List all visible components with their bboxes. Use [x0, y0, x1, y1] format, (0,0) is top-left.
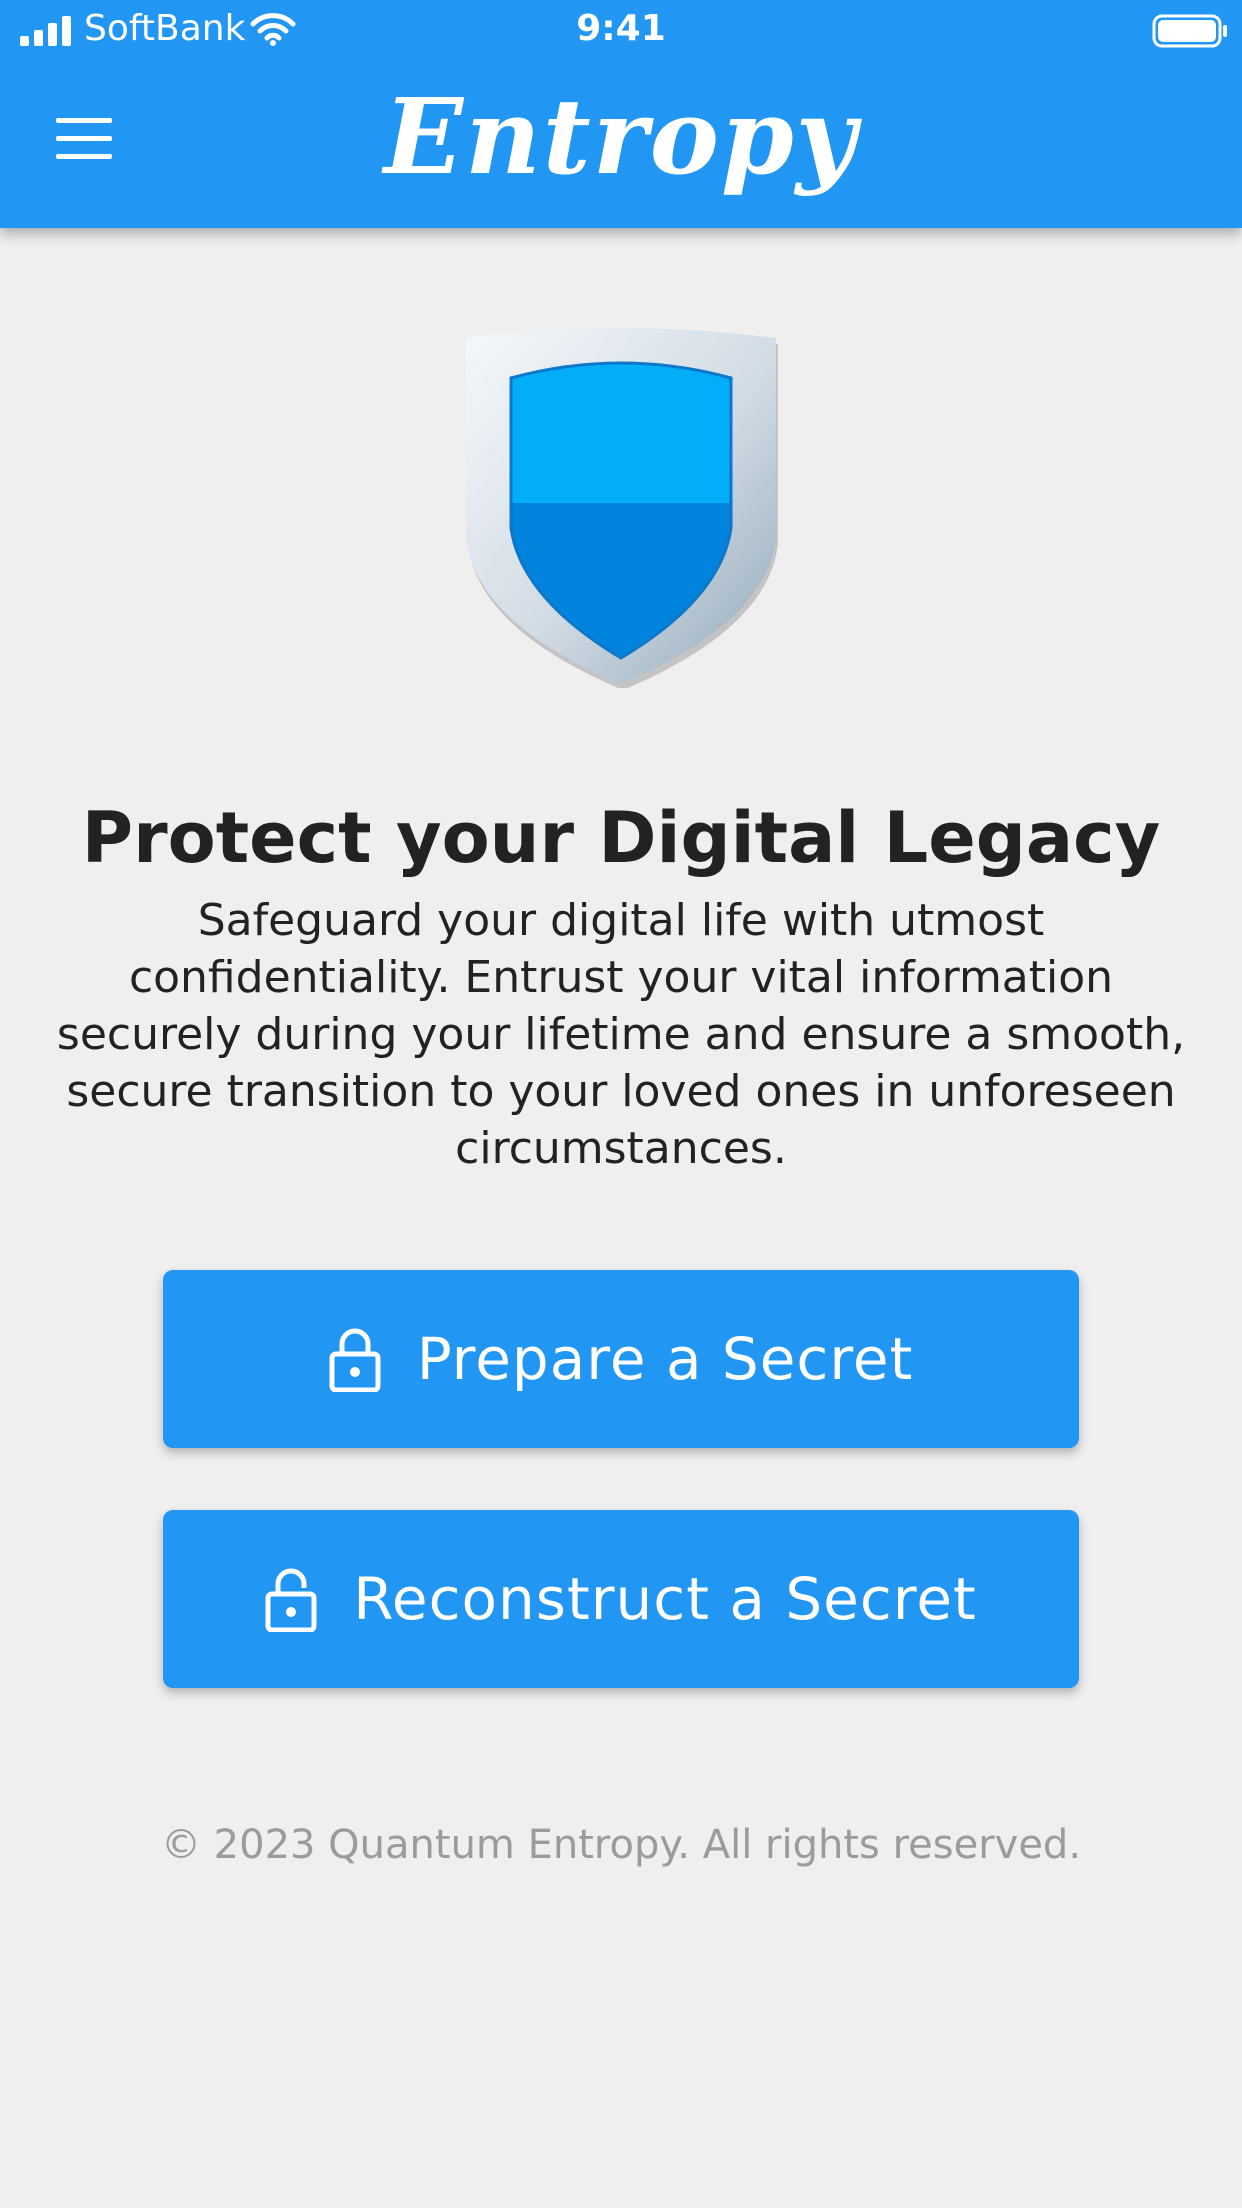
copyright-footer: © 2023 Quantum Entropy. All rights reser… [160, 1822, 1082, 1868]
lock-closed-icon [329, 1328, 381, 1392]
status-bar: SoftBank 9:41 [0, 0, 1242, 62]
lock-open-icon [265, 1568, 317, 1632]
app-title: Entropy [383, 75, 859, 198]
prepare-secret-button[interactable]: Prepare a Secret [163, 1270, 1079, 1448]
reconstruct-secret-button[interactable]: Reconstruct a Secret [163, 1510, 1079, 1688]
prepare-secret-label: Prepare a Secret [416, 1325, 914, 1393]
page-description: Safeguard your digital life with utmost … [56, 895, 1186, 1174]
shield-icon [466, 328, 778, 688]
page-headline: Protect your Digital Legacy [81, 797, 1161, 879]
battery-icon [1152, 14, 1227, 48]
status-time: 9:41 [576, 8, 666, 49]
reconstruct-secret-label: Reconstruct a Secret [353, 1565, 977, 1633]
app-header: SoftBank 9:41 Entropy [0, 0, 1242, 228]
